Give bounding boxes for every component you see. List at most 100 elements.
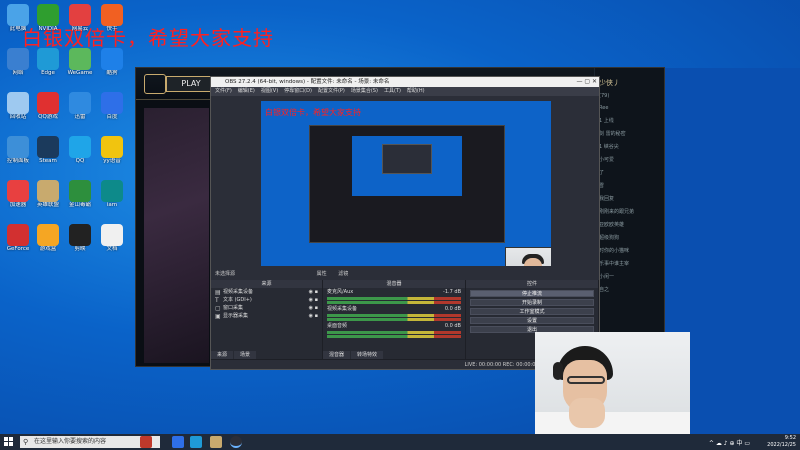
- app-icon: [69, 136, 91, 158]
- obs-menu-item[interactable]: 编辑(E): [238, 88, 255, 94]
- desktop-icon[interactable]: GeForce: [2, 224, 34, 253]
- desktop-icon[interactable]: 网络: [2, 48, 34, 77]
- desktop-icon-label: WeGame: [67, 70, 93, 76]
- desktop-icon[interactable]: 控制面板: [2, 136, 34, 165]
- user-name[interactable]: 少侠丿: [595, 68, 664, 90]
- taskbar-app-taskview-icon[interactable]: [172, 436, 184, 448]
- desktop-icon[interactable]: 此电脑: [2, 4, 34, 33]
- desktop-icon[interactable]: 文档: [96, 224, 128, 253]
- obs-menu-item[interactable]: 视图(V): [261, 88, 278, 94]
- friend-row[interactable]: 1 上线: [595, 114, 664, 127]
- control-button[interactable]: 停止推流: [470, 290, 594, 297]
- control-button[interactable]: 开始录制: [470, 299, 594, 306]
- obs-window[interactable]: OBS 27.2.4 (64-bit, windows) - 配置文件: 未命名…: [210, 76, 600, 370]
- desktop-icon[interactable]: QQ: [64, 136, 96, 165]
- search-placeholder: 在这里输入你要搜索的内容: [34, 438, 107, 445]
- taskbar-app-edge-icon[interactable]: [190, 436, 202, 448]
- friend-row[interactable]: 我回复: [595, 192, 664, 205]
- source-item[interactable]: T 文本 (GDI+) ◉ ▪: [211, 296, 322, 304]
- friend-row[interactable]: 剑 雷的秘密: [595, 127, 664, 140]
- volume-slider[interactable]: [327, 301, 461, 304]
- mixer-channel-label: 视频采集设备: [327, 306, 358, 312]
- obs-source-toolbar: 未选择源 属性 滤镜: [211, 269, 599, 279]
- app-icon: [37, 224, 59, 246]
- mixer-channel: 麦克风/Aux -1.7 dB: [323, 288, 465, 296]
- source-label: 文本 (GDI+): [223, 297, 252, 303]
- visibility-lock-icon[interactable]: ◉ ▪: [309, 312, 318, 320]
- volume-slider[interactable]: [327, 335, 461, 338]
- app-icon: [7, 48, 29, 70]
- preview-webcam-face: [524, 258, 542, 266]
- desktop-icon-label: 金山毒霸: [68, 202, 91, 208]
- lol-logo-icon[interactable]: [144, 74, 166, 94]
- app-icon: [7, 136, 29, 158]
- desktop-icon-label: QQ: [75, 158, 85, 164]
- app-icon: [69, 180, 91, 202]
- source-label: 视频采集设备: [223, 289, 254, 295]
- obs-menu-item[interactable]: 场景集合(S): [351, 88, 378, 94]
- sources-dock-title: 来源: [211, 280, 322, 288]
- obs-menu-item[interactable]: 工具(T): [384, 88, 401, 94]
- desktop-icon[interactable]: WeGame: [64, 48, 96, 77]
- desktop-icon[interactable]: 迅雷: [64, 92, 96, 121]
- properties-button[interactable]: 属性: [317, 271, 327, 277]
- friend-row[interactable]: 了: [595, 166, 664, 179]
- play-button[interactable]: PLAY: [166, 76, 216, 92]
- desktop-icon[interactable]: QQ游戏: [32, 92, 64, 121]
- desktop-icon[interactable]: 快手: [96, 4, 128, 33]
- taskbar-app-lol-icon[interactable]: [210, 436, 222, 448]
- obs-menu-item[interactable]: 帮助(H): [407, 88, 425, 94]
- friend-row[interactable]: 时你的小猫咪: [595, 244, 664, 257]
- mixer-db-value: 0.0 dB: [444, 323, 461, 329]
- source-type-icon: ▣: [215, 313, 221, 320]
- volume-slider[interactable]: [327, 318, 461, 321]
- source-item[interactable]: ▤ 视频采集设备 ◉ ▪: [211, 288, 322, 296]
- webcam-glasses: [567, 376, 605, 384]
- friend-row[interactable]: 乐事中谁主宰: [595, 257, 664, 270]
- desktop-icon[interactable]: 回收站: [2, 92, 34, 121]
- tray-icons[interactable]: ^ ☁ ♪ ⊕ 中 ▭: [709, 438, 750, 447]
- obs-menu-item[interactable]: 停靠窗口(D): [284, 88, 312, 94]
- desktop-icon[interactable]: 网易云: [64, 4, 96, 33]
- start-button-icon[interactable]: [4, 437, 14, 447]
- friend-row[interactable]: 1 峡谷尖: [595, 140, 664, 153]
- friend-row[interactable]: 亚欧欧英雄: [595, 218, 664, 231]
- obs-menu-item[interactable]: 配置文件(P): [318, 88, 345, 94]
- desktop-icon[interactable]: 剪映: [64, 224, 96, 253]
- control-button[interactable]: 工作室模式: [470, 308, 594, 315]
- desktop-icon[interactable]: Steam: [32, 136, 64, 165]
- friend-row[interactable]: 自之: [595, 283, 664, 296]
- friend-row[interactable]: 小可爱: [595, 153, 664, 166]
- desktop-icon[interactable]: iam: [96, 180, 128, 209]
- desktop-icon[interactable]: 酷狗: [96, 48, 128, 77]
- desktop-icon[interactable]: yy语音: [96, 136, 128, 165]
- taskbar-search-input[interactable]: ⚲ 在这里输入你要搜索的内容: [20, 436, 160, 448]
- desktop-icon[interactable]: NVIDIA: [32, 4, 64, 33]
- friend-row[interactable]: Ree: [595, 102, 664, 114]
- window-controls-icon[interactable]: — ▢ ✕: [576, 77, 597, 87]
- desktop-icon[interactable]: Edge: [32, 48, 64, 77]
- source-item[interactable]: ▣ 显示器采集 ◉ ▪: [211, 312, 322, 320]
- desktop-icon[interactable]: 英雄联盟: [32, 180, 64, 209]
- source-item[interactable]: ▢ 窗口采集 ◉ ▪: [211, 304, 322, 312]
- control-button[interactable]: 设置: [470, 317, 594, 324]
- taskbar-app-game-icon[interactable]: [140, 436, 152, 448]
- friend-row[interactable]: 刚刚来的跟兄弟: [595, 205, 664, 218]
- visibility-lock-icon[interactable]: ◉ ▪: [309, 296, 318, 304]
- desktop: 白银双倍卡，希望大家支持 此电脑 网络 回收站 控制面板 加速器 GeForce NVIDI…: [0, 0, 800, 434]
- friend-row[interactable]: 超级狗狗: [595, 231, 664, 244]
- filters-button[interactable]: 滤镜: [338, 271, 348, 277]
- taskbar-app-obs-icon[interactable]: [230, 436, 242, 448]
- friend-row[interactable]: 雪: [595, 179, 664, 192]
- desktop-icon[interactable]: 游戏盒: [32, 224, 64, 253]
- taskbar-clock[interactable]: 9:52 2022/12/25: [767, 434, 796, 450]
- visibility-lock-icon[interactable]: ◉ ▪: [309, 304, 318, 312]
- desktop-icon[interactable]: 加速器: [2, 180, 34, 209]
- desktop-icon-label: Steam: [39, 158, 57, 164]
- desktop-icon[interactable]: 金山毒霸: [64, 180, 96, 209]
- friend-row[interactable]: 小闲一: [595, 270, 664, 283]
- friend-row[interactable]: (79): [595, 90, 664, 102]
- visibility-lock-icon[interactable]: ◉ ▪: [309, 288, 318, 296]
- obs-menu-item[interactable]: 文件(F): [215, 88, 232, 94]
- desktop-icon[interactable]: 百度: [96, 92, 128, 121]
